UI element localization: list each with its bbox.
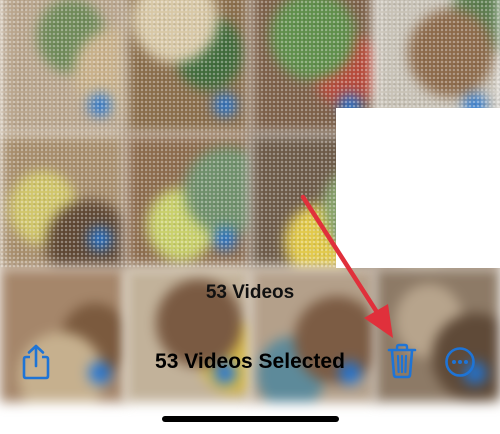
empty-grid-area [336, 108, 500, 268]
more-icon [445, 347, 475, 377]
selected-checkmark-icon [214, 228, 236, 250]
selected-checkmark-icon [214, 94, 236, 116]
selected-checkmark-icon [89, 94, 111, 116]
selected-checkmark-icon [89, 228, 111, 250]
video-thumbnail[interactable] [125, 0, 250, 134]
video-thumbnail[interactable] [0, 0, 125, 134]
delete-button[interactable] [386, 343, 418, 379]
home-indicator [162, 416, 339, 422]
video-thumbnail[interactable] [0, 134, 125, 268]
video-count-label: 53 Videos [205, 282, 295, 303]
more-options-button[interactable] [444, 346, 476, 378]
trash-icon [387, 343, 417, 379]
selection-title: 53 Videos Selected [155, 350, 345, 373]
selection-toolbar: 53 Videos Selected [0, 330, 500, 394]
share-icon [22, 344, 50, 380]
share-button[interactable] [19, 343, 53, 381]
video-thumbnail[interactable] [125, 134, 250, 268]
